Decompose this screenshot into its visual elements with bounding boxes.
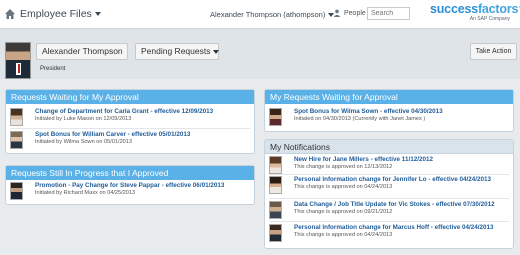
request-meta: Initiated by Richard Maxx on 04/25/2013 [35,190,136,196]
panel-title: My Notifications [265,140,513,154]
notification-meta: This change is approved on 04/24/2013 [294,232,393,238]
avatar [269,108,282,126]
list-item: Spot Bonus for William Carver - effectiv… [10,131,250,153]
request-meta: Initiated by Luke Mason on 12/09/2013 [35,116,132,122]
request-meta: Initiated on 04/30/2013 (Currently with … [294,116,426,122]
panel-in-progress: Requests Still In Progress that I Approv… [5,165,255,205]
take-action-button[interactable]: Take Action [470,43,517,60]
top-bar: Employee Files Alexander Thompson (athom… [0,0,520,29]
panel-title: Requests Still In Progress that I Approv… [6,166,254,180]
avatar [10,182,23,200]
notification-link[interactable]: Personal Information change for Jennifer… [294,176,491,183]
avatar [10,108,23,126]
app-menu[interactable]: Employee Files [20,8,101,20]
search-input[interactable] [367,7,410,20]
panel-my-requests: My Requests Waiting for Approval Spot Bo… [264,89,514,132]
list-item: Spot Bonus for Wilma Sown - effective 04… [269,108,509,130]
request-link[interactable]: Change of Department for Carla Grant - e… [35,108,213,115]
divider [10,128,250,129]
brand-logo: successfactors™ An SAP Company [430,2,520,22]
divider [269,221,509,222]
brand-subtitle: An SAP Company [469,16,510,22]
panel-notifications: My Notifications New Hire for Jane Mille… [264,139,514,249]
avatar [269,176,282,194]
avatar [269,156,282,174]
panel-waiting-my-approval: Requests Waiting for My Approval Change … [5,89,255,154]
panel-title: Requests Waiting for My Approval [6,90,254,104]
divider [269,174,509,175]
list-item: Personal Information change for Jennifer… [269,176,509,198]
notification-meta: This change is approved on 09/21/2012 [294,209,393,215]
notification-link[interactable]: New Hire for Jane Millers - effective 11… [294,156,433,163]
list-item: Data Change / Job Title Update for Vic S… [269,201,509,223]
request-meta: Initiated by Wilma Sown on 05/01/2013 [35,139,133,145]
request-link[interactable]: Spot Bonus for Wilma Sown - effective 04… [294,108,443,115]
notification-link[interactable]: Personal Information change for Marcus H… [294,224,493,231]
user-menu[interactable]: Alexander Thompson (athompson) [210,10,335,19]
app-title: Employee Files [20,8,92,20]
search-scope-selector[interactable]: People [333,8,366,20]
profile-photo [5,42,31,79]
avatar [269,201,282,219]
chevron-down-icon [94,12,101,17]
notification-meta: This change is approved on 12/13/2012 [294,164,393,170]
notification-meta: This change is approved on 04/24/2013 [294,184,393,190]
home-icon[interactable] [4,8,16,20]
list-item: Promotion - Pay Change for Steve Pappar … [10,182,250,204]
chevron-down-icon [213,49,220,54]
person-icon [333,9,341,18]
view-selector-label: Pending Requests [141,46,211,56]
request-link[interactable]: Promotion - Pay Change for Steve Pappar … [35,182,224,189]
employee-name-button[interactable]: Alexander Thompson [36,43,128,60]
request-link[interactable]: Spot Bonus for William Carver - effectiv… [35,131,190,138]
user-menu-label: Alexander Thompson (athompson) [210,10,326,19]
avatar [10,131,23,149]
list-item: Personal Information change for Marcus H… [269,224,509,246]
notification-link[interactable]: Data Change / Job Title Update for Vic S… [294,201,495,208]
list-item: Change of Department for Carla Grant - e… [10,108,250,130]
view-selector[interactable]: Pending Requests [135,43,220,60]
divider [269,198,509,199]
panel-title: My Requests Waiting for Approval [265,90,513,104]
search-scope-label: People [344,10,366,17]
avatar [269,224,282,242]
job-title: President [40,66,66,72]
